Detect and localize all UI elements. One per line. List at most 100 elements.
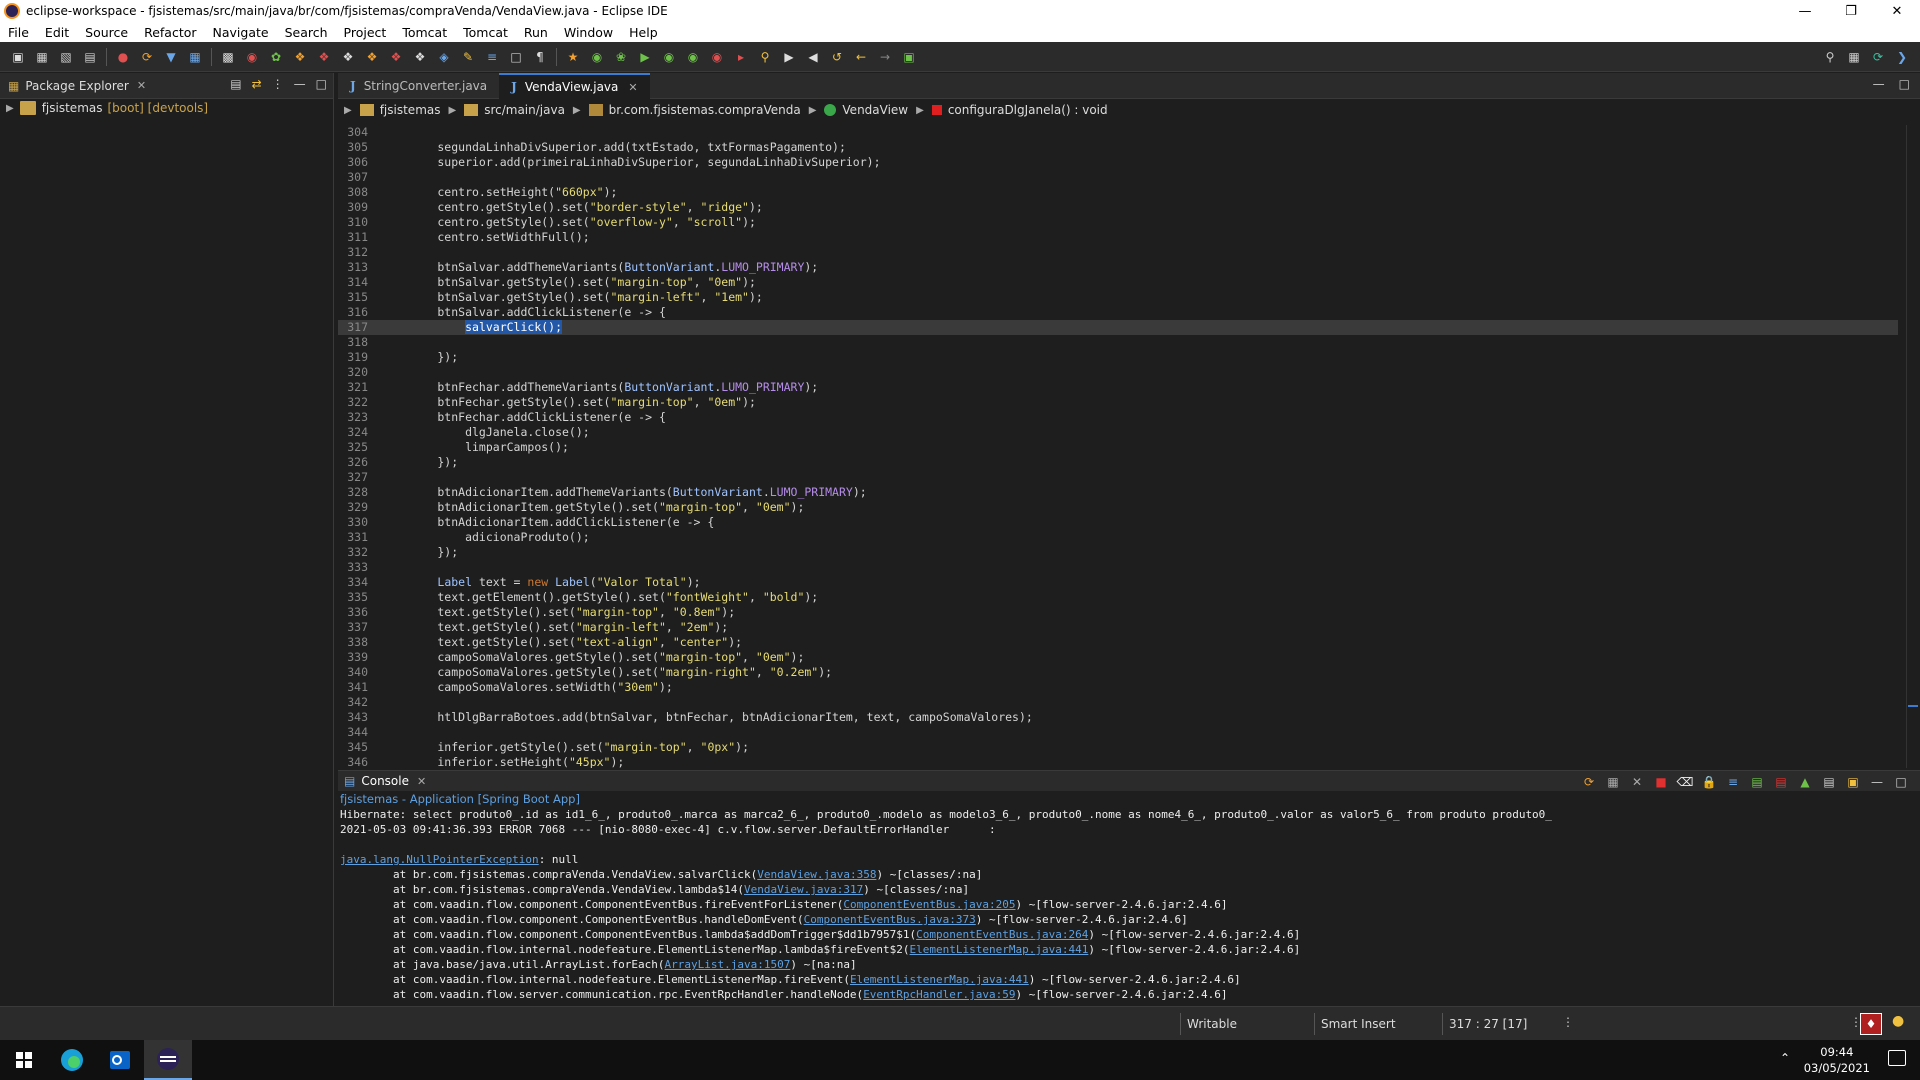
java-perspective-icon[interactable]: ❯ <box>1893 48 1911 66</box>
code-line[interactable]: 325 limparCampos(); <box>338 440 1898 455</box>
minimize-view-icon[interactable]: — <box>1868 773 1886 791</box>
code-line[interactable]: 321 btnFechar.addThemeVariants(ButtonVar… <box>338 380 1898 395</box>
debug-icon[interactable]: ❀ <box>612 48 630 66</box>
breadcrumb-item[interactable]: configuraDlgJanela() : void <box>948 103 1108 117</box>
maximize-view-icon[interactable]: □ <box>1892 773 1910 791</box>
code-line[interactable]: 322 btnFechar.getStyle().set("margin-top… <box>338 395 1898 410</box>
stop-icon[interactable]: ◉ <box>243 48 261 66</box>
code-line[interactable]: 337 text.getStyle().set("margin-left", "… <box>338 620 1898 635</box>
code-line[interactable]: 311 centro.setWidthFull(); <box>338 230 1898 245</box>
tomcat-x-icon[interactable]: ❖ <box>387 48 405 66</box>
display-console-icon[interactable]: ▤ <box>1820 773 1838 791</box>
open-console-icon[interactable]: ▣ <box>1844 773 1862 791</box>
terminal-icon[interactable]: ▩ <box>219 48 237 66</box>
code-line[interactable]: 327 <box>338 470 1898 485</box>
status-cursor-position[interactable]: 317 : 27 [17] <box>1442 1013 1562 1035</box>
menu-refactor[interactable]: Refactor <box>136 25 204 40</box>
word-wrap-icon[interactable]: ≡ <box>483 48 501 66</box>
new-package-icon[interactable]: ◉ <box>588 48 606 66</box>
external-tools-icon[interactable]: ▸ <box>732 48 750 66</box>
search-icon[interactable]: ⚲ <box>756 48 774 66</box>
tray-chevron-icon[interactable]: ⌃ <box>1780 1051 1790 1065</box>
code-line[interactable]: 318 <box>338 335 1898 350</box>
stack-trace-link[interactable]: ComponentEventBus.java:205 <box>843 898 1015 911</box>
menu-edit[interactable]: Edit <box>37 25 77 40</box>
stack-trace-link[interactable]: ComponentEventBus.java:373 <box>804 913 976 926</box>
code-line[interactable]: 331 adicionaProduto(); <box>338 530 1898 545</box>
minimize-editor-icon[interactable]: — <box>1873 77 1885 91</box>
outlook-icon[interactable] <box>96 1040 144 1080</box>
code-line[interactable]: 310 centro.getStyle().set("overflow-y", … <box>338 215 1898 230</box>
windows-start-icon[interactable] <box>0 1040 48 1080</box>
save-all-icon[interactable]: ▧ <box>57 48 75 66</box>
tab-vendaview[interactable]: J VendaView.java ✕ <box>499 73 650 99</box>
tomcat-restart-icon[interactable]: ❖ <box>339 48 357 66</box>
code-line[interactable]: 341 campoSomaValores.setWidth("30em"); <box>338 680 1898 695</box>
code-editor[interactable]: 304 305 segundaLinhaDivSuperior.add(txtEs… <box>338 125 1898 768</box>
code-line[interactable]: 340 campoSomaValores.getStyle().set("mar… <box>338 665 1898 680</box>
code-line[interactable]: 319 }); <box>338 350 1898 365</box>
annotation-prev-icon[interactable]: ◀ <box>804 48 822 66</box>
code-line[interactable]: 330 btnAdicionarItem.addClickListener(e … <box>338 515 1898 530</box>
toggle-mark-icon[interactable]: ◈ <box>435 48 453 66</box>
code-line[interactable]: 338 text.getStyle().set("text-align", "c… <box>338 635 1898 650</box>
code-line[interactable]: 314 btnSalvar.getStyle().set("margin-top… <box>338 275 1898 290</box>
maximize-editor-icon[interactable]: □ <box>1899 77 1910 91</box>
grid-icon[interactable]: ▦ <box>186 48 204 66</box>
menu-tomcat-2[interactable]: Tomcat <box>455 25 516 40</box>
code-line[interactable]: 328 btnAdicionarItem.addThemeVariants(Bu… <box>338 485 1898 500</box>
minimize-button[interactable]: — <box>1782 0 1828 22</box>
editor-scrollbar[interactable] <box>1906 125 1920 768</box>
remove-launch-icon[interactable]: ▦ <box>1604 773 1622 791</box>
stack-trace-link[interactable]: ElementListenerMap.java:441 <box>910 943 1089 956</box>
close-icon[interactable]: ✕ <box>417 775 426 788</box>
stack-trace-link[interactable]: ArrayList.java:1507 <box>665 958 791 971</box>
code-line[interactable]: 308 centro.setHeight("660px"); <box>338 185 1898 200</box>
action-center-icon[interactable] <box>1888 1050 1906 1066</box>
collapse-all-icon[interactable]: ▤ <box>230 77 241 91</box>
close-button[interactable]: ✕ <box>1874 0 1920 22</box>
tab-console[interactable]: ▤ Console ✕ <box>338 774 432 788</box>
skip-breakpoints-icon[interactable]: ● <box>114 48 132 66</box>
menu-project[interactable]: Project <box>336 25 395 40</box>
pin-editor-icon[interactable]: ▣ <box>900 48 918 66</box>
coverage-icon[interactable]: ◉ <box>660 48 678 66</box>
taskbar-clock[interactable]: 09:44 03/05/2021 <box>1804 1044 1870 1076</box>
code-line[interactable]: 320 <box>338 365 1898 380</box>
menu-run[interactable]: Run <box>516 25 556 40</box>
annotation-next-icon[interactable]: ▶ <box>780 48 798 66</box>
minimize-view-icon[interactable]: — <box>294 77 306 91</box>
code-line[interactable]: 336 text.getStyle().set("margin-top", "0… <box>338 605 1898 620</box>
status-menu-icon[interactable]: ⋮ <box>1562 1015 1574 1029</box>
breadcrumb-item[interactable]: fjsistemas <box>380 103 441 117</box>
code-line[interactable]: 335 text.getElement().getStyle().set("fo… <box>338 590 1898 605</box>
edge-browser-icon[interactable] <box>48 1040 96 1080</box>
stack-trace-link[interactable]: ComponentEventBus.java:264 <box>916 928 1088 941</box>
restore-button[interactable]: ❐ <box>1828 0 1874 22</box>
stack-trace-link[interactable]: VendaView.java:358 <box>757 868 876 881</box>
remove-all-icon[interactable]: ✕ <box>1628 773 1646 791</box>
save-icon[interactable]: ▦ <box>33 48 51 66</box>
show-on-stderr-icon[interactable]: ▤ <box>1772 773 1790 791</box>
highlight-icon[interactable]: ✎ <box>459 48 477 66</box>
code-line[interactable]: 342 <box>338 695 1898 710</box>
code-line[interactable]: 304 <box>338 125 1898 140</box>
terminate-icon[interactable]: ■ <box>1652 773 1670 791</box>
link-with-editor-icon[interactable]: ⇄ <box>252 77 262 91</box>
maximize-view-icon[interactable]: □ <box>316 77 327 91</box>
code-line[interactable]: 343 htlDlgBarraBotoes.add(btnSalvar, btn… <box>338 710 1898 725</box>
menu-window[interactable]: Window <box>556 25 621 40</box>
console-output[interactable]: Hibernate: select produto0_.id as id1_6_… <box>338 807 1920 1002</box>
relaunch-icon[interactable]: ⟳ <box>1580 773 1598 791</box>
code-line[interactable]: 315 btnSalvar.getStyle().set("margin-lef… <box>338 290 1898 305</box>
code-line[interactable]: 346 inferior.setHeight("45px"); <box>338 755 1898 768</box>
word-wrap-icon[interactable]: ≡ <box>1724 773 1742 791</box>
overview-ruler-mark[interactable] <box>1908 705 1918 707</box>
tip-bulb-icon[interactable]: ● <box>1892 1013 1904 1029</box>
selected-text[interactable]: salvarClick(); <box>465 320 563 334</box>
forward-icon[interactable]: → <box>876 48 894 66</box>
search-icon[interactable]: ⚲ <box>1821 48 1839 66</box>
new-icon[interactable]: ▣ <box>9 48 27 66</box>
open-perspective-icon[interactable]: ▦ <box>1845 48 1863 66</box>
notification-bell-icon[interactable]: ♦ <box>1860 1013 1882 1035</box>
